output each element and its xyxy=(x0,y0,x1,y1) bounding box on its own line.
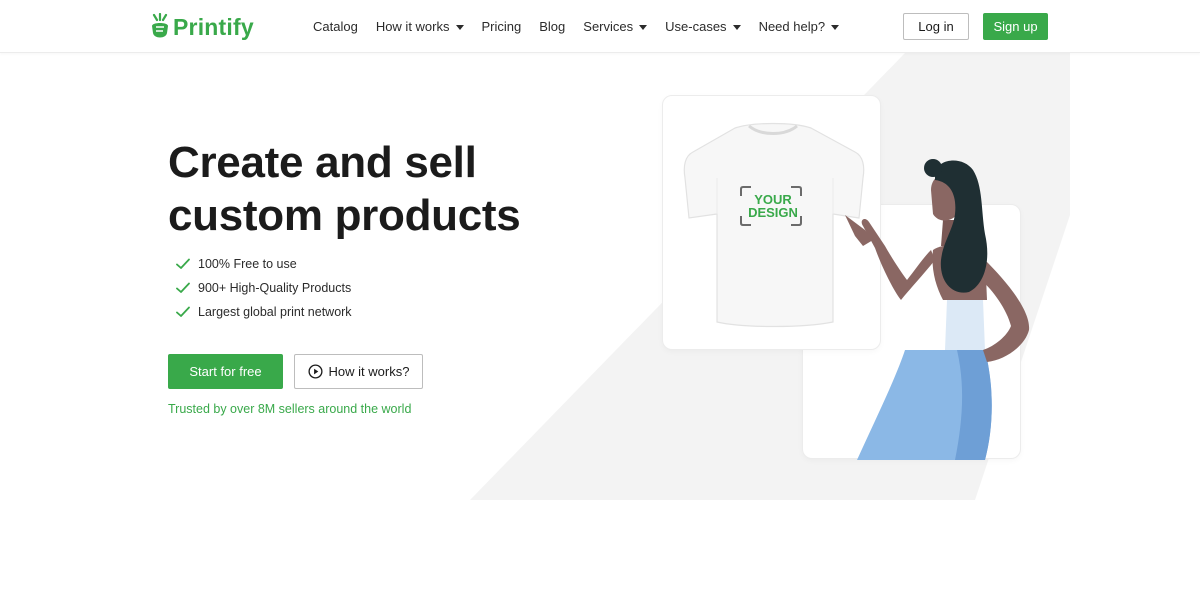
printify-logo-icon xyxy=(152,13,168,38)
play-circle-icon xyxy=(307,364,323,379)
nav-item-catalog[interactable]: Catalog xyxy=(313,19,358,34)
nav-item-blog[interactable]: Blog xyxy=(539,19,565,34)
chevron-down-icon xyxy=(455,24,464,30)
hero-title-line-1: Create and sell xyxy=(168,138,477,187)
nav-item-label: Blog xyxy=(539,19,566,34)
feature-label: 100% Free to use xyxy=(198,257,297,271)
feature-item: 900+ High-Quality Products xyxy=(176,276,352,300)
check-icon xyxy=(176,258,190,269)
woman-illustration xyxy=(845,159,1030,460)
hero-title: Create and sell custom products xyxy=(168,136,588,242)
feature-item: Largest global print network xyxy=(176,300,352,324)
how-it-works-button[interactable]: How it works? xyxy=(294,354,423,389)
feature-list: 100% Free to use 900+ High-Quality Produ… xyxy=(176,252,352,324)
chevron-down-icon xyxy=(831,24,840,30)
nav-item-need-help[interactable]: Need help? xyxy=(759,19,840,34)
how-it-works-label: How it works? xyxy=(328,364,410,379)
nav-item-use-cases[interactable]: Use-cases xyxy=(665,19,741,34)
hero-title-line-2: custom products xyxy=(168,191,521,240)
login-button[interactable]: Log in xyxy=(903,13,969,40)
nav-item-how-it-works[interactable]: How it works xyxy=(376,19,464,34)
nav-item-label: Services xyxy=(583,19,634,34)
site-header: Printify Catalog How it works Pricing Bl… xyxy=(0,0,1200,53)
trusted-by-text: Trusted by over 8M sellers around the wo… xyxy=(168,402,412,416)
start-for-free-button[interactable]: Start for free xyxy=(168,354,283,389)
nav-item-label: How it works xyxy=(375,19,450,34)
nav-item-label: Pricing xyxy=(481,19,522,34)
feature-label: Largest global print network xyxy=(198,305,352,319)
main-nav: Catalog How it works Pricing Blog Servic… xyxy=(313,0,857,53)
nav-item-label: Need help? xyxy=(758,19,826,34)
nav-item-services[interactable]: Services xyxy=(583,19,648,34)
feature-label: 900+ High-Quality Products xyxy=(198,281,352,295)
nav-item-pricing[interactable]: Pricing xyxy=(482,19,522,34)
nav-item-label: Use-cases xyxy=(665,19,727,34)
chevron-down-icon xyxy=(639,24,648,30)
signup-button[interactable]: Sign up xyxy=(983,13,1048,40)
check-icon xyxy=(176,306,190,317)
feature-item: 100% Free to use xyxy=(176,252,352,276)
your-design-label: YOUR DESIGN xyxy=(741,193,805,219)
design-line-2: DESIGN xyxy=(748,205,798,220)
chevron-down-icon xyxy=(732,24,741,30)
logo-text: Printify xyxy=(173,13,254,40)
check-icon xyxy=(176,282,190,293)
printify-logo[interactable]: Printify xyxy=(150,12,254,42)
nav-item-label: Catalog xyxy=(313,19,358,34)
